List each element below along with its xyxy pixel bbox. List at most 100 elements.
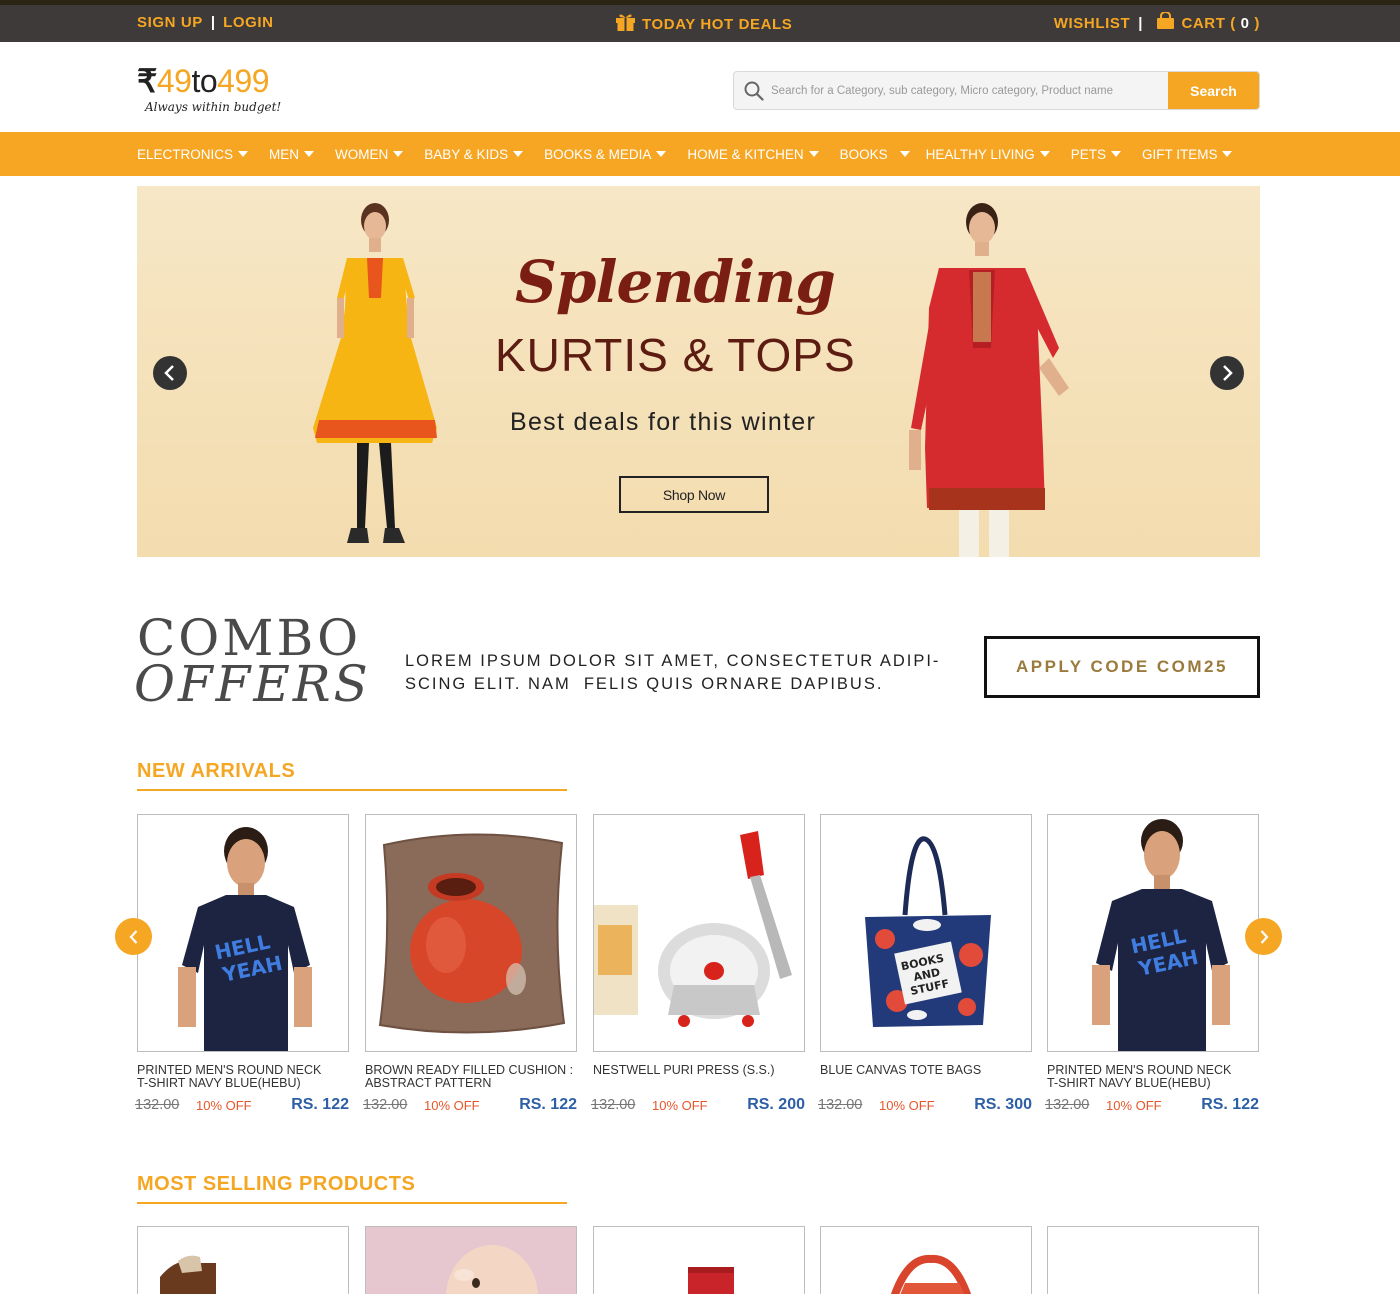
nav-item-pets[interactable]: PETS xyxy=(1071,147,1121,162)
cart-label: CART ( xyxy=(1181,15,1236,32)
caret-down-icon xyxy=(513,151,524,157)
product-card[interactable] xyxy=(593,1226,805,1294)
product-name[interactable]: BROWN READY FILLED CUSHION : ABSTRACT PA… xyxy=(365,1064,585,1090)
old-price: 132.00 xyxy=(363,1097,408,1113)
wishlist-separator: | xyxy=(1138,15,1143,32)
nav-label: BABY & KIDS xyxy=(424,146,509,162)
account-links: SIGN UP | LOGIN xyxy=(137,14,274,32)
nav-label: BOOKS & MEDIA xyxy=(544,146,652,162)
hot-deals-link[interactable]: TODAY HOT DEALS xyxy=(615,12,792,37)
caret-down-icon xyxy=(808,151,819,157)
search-input[interactable] xyxy=(771,72,1166,109)
discount-label: 10% OFF xyxy=(1106,1098,1162,1113)
nav-item-books[interactable]: BOOKS xyxy=(840,147,910,162)
product-card[interactable] xyxy=(137,1226,349,1294)
caret-down-icon xyxy=(1222,151,1233,157)
product-name-line-2: ABSTRACT PATTERN xyxy=(365,1076,492,1090)
product-image[interactable] xyxy=(365,814,577,1052)
chevron-right-icon xyxy=(1223,365,1233,381)
combo-title-line-2: OFFERS xyxy=(134,655,371,713)
product-card[interactable] xyxy=(1047,1226,1259,1294)
backpack-product-image xyxy=(890,1254,972,1294)
baby-product-image xyxy=(446,1245,538,1294)
hero-next-button[interactable] xyxy=(1210,356,1244,390)
site-logo[interactable]: ₹49to499 Always within budget! xyxy=(137,64,287,120)
new-arrivals-prev-button[interactable] xyxy=(115,918,152,955)
hero-title: KURTIS & TOPS xyxy=(495,329,856,381)
product-price: RS. 300 xyxy=(974,1096,1032,1113)
nav-item-healthy-living[interactable]: HEALTHY LIVING xyxy=(926,147,1050,162)
chevron-left-icon xyxy=(164,365,174,381)
product-name[interactable]: BLUE CANVAS TOTE BAGS xyxy=(820,1064,1040,1077)
nav-label: MEN xyxy=(269,146,300,162)
combo-text-line-2: scing elit. Nam felis quis ornare dapibu… xyxy=(405,675,884,693)
nav-label: ELECTRONICS xyxy=(137,146,234,162)
product-card[interactable] xyxy=(820,1226,1032,1294)
nav-item-men[interactable]: MEN xyxy=(269,146,315,162)
caret-down-icon xyxy=(1110,151,1121,157)
logo-wordmark: ₹49to499 xyxy=(137,64,287,98)
caret-down-icon xyxy=(899,151,910,157)
product-card[interactable] xyxy=(365,1226,577,1294)
shop-now-button[interactable]: Shop Now xyxy=(619,476,769,513)
combo-description: Lorem ipsum dolor sit amet, consectetur … xyxy=(405,650,945,696)
nav-item-electronics[interactable]: ELECTRONICS xyxy=(137,146,249,162)
hot-deals-label: TODAY HOT DEALS xyxy=(642,16,793,33)
product-image[interactable]: HELL YEAH xyxy=(1047,814,1259,1052)
product-name[interactable]: PRINTED MEN'S ROUND NECK T-SHIRT NAVY BL… xyxy=(1047,1064,1267,1090)
product-name-line-2: T-SHIRT NAVY BLUE(HEBU) xyxy=(137,1076,301,1090)
price-row: 132.00 10% OFF RS. 122 xyxy=(135,1096,349,1117)
boot-product-image xyxy=(160,1255,216,1294)
nav-item-women[interactable]: WOMEN xyxy=(335,146,404,162)
account-separator: | xyxy=(210,14,216,31)
product-name[interactable]: PRINTED MEN'S ROUND NECK T-SHIRT NAVY BL… xyxy=(137,1064,357,1090)
product-price: RS. 200 xyxy=(747,1096,805,1113)
search-bar: Search xyxy=(733,71,1260,110)
new-arrivals-heading: NEW ARRIVALS xyxy=(137,760,296,782)
logo-part-2: to xyxy=(191,63,218,99)
old-price: 132.00 xyxy=(1045,1097,1090,1113)
product-image[interactable]: BOOKS AND STUFF xyxy=(820,814,1032,1052)
combo-offers-title: COMBO OFFERS xyxy=(134,613,371,713)
product-name-line-1: NESTWELL PURI PRESS (S.S.) xyxy=(593,1063,775,1077)
apply-code-button[interactable]: APPLY CODE COM25 xyxy=(984,636,1260,698)
logo-part-1: 49 xyxy=(156,63,192,99)
price-row: 132.00 10% OFF RS. 122 xyxy=(363,1096,577,1117)
new-arrivals-header: NEW ARRIVALS xyxy=(137,760,567,791)
user-links: WISHLIST | CART ( 0 ) xyxy=(1054,11,1260,35)
signup-link[interactable]: SIGN UP xyxy=(137,14,203,31)
price-row: 132.00 10% OFF RS. 300 xyxy=(818,1096,1032,1117)
nav-label: WOMEN xyxy=(335,146,389,162)
search-icon xyxy=(744,81,764,101)
caret-down-icon xyxy=(304,151,315,157)
most-selling-header: MOST SELLING PRODUCTS xyxy=(137,1173,567,1204)
new-arrivals-next-button[interactable] xyxy=(1245,918,1282,955)
nav-item-home-kitchen[interactable]: HOME & KITCHEN xyxy=(687,147,819,162)
discount-label: 10% OFF xyxy=(424,1098,480,1113)
logo-tagline: Always within budget! xyxy=(145,100,282,114)
login-link[interactable]: LOGIN xyxy=(223,14,274,31)
nav-item-books-media[interactable]: BOOKS & MEDIA xyxy=(544,146,667,162)
nav-item-gift-items[interactable]: GIFT ITEMS xyxy=(1142,147,1233,162)
cart-link[interactable]: CART ( 0 ) xyxy=(1181,15,1260,32)
product-name-line-2: T-SHIRT NAVY BLUE(HEBU) xyxy=(1047,1076,1211,1090)
product-name[interactable]: NESTWELL PURI PRESS (S.S.) xyxy=(593,1064,813,1077)
red-product-image xyxy=(688,1267,734,1294)
old-price: 132.00 xyxy=(591,1097,636,1113)
wishlist-link[interactable]: WISHLIST xyxy=(1054,15,1130,32)
product-price: RS. 122 xyxy=(1201,1096,1259,1113)
product-image[interactable] xyxy=(593,814,805,1052)
hero-prev-button[interactable] xyxy=(153,356,187,390)
search-button[interactable]: Search xyxy=(1168,72,1259,109)
product-name-line-1: BLUE CANVAS TOTE BAGS xyxy=(820,1063,982,1077)
hero-script-heading: Splending xyxy=(515,248,836,316)
old-price: 132.00 xyxy=(818,1097,863,1113)
model-red-kurti-image xyxy=(909,203,1069,557)
most-selling-heading: MOST SELLING PRODUCTS xyxy=(137,1173,416,1195)
nav-label: GIFT ITEMS xyxy=(1141,146,1218,162)
cart-close-paren: ) xyxy=(1254,15,1260,32)
product-image[interactable]: HELL YEAH xyxy=(137,814,349,1052)
cart-icon[interactable] xyxy=(1156,11,1175,35)
nav-item-baby-kids[interactable]: BABY & KIDS xyxy=(424,146,524,162)
hero-banner: Splending KURTIS & TOPS Best deals for t… xyxy=(137,186,1260,557)
